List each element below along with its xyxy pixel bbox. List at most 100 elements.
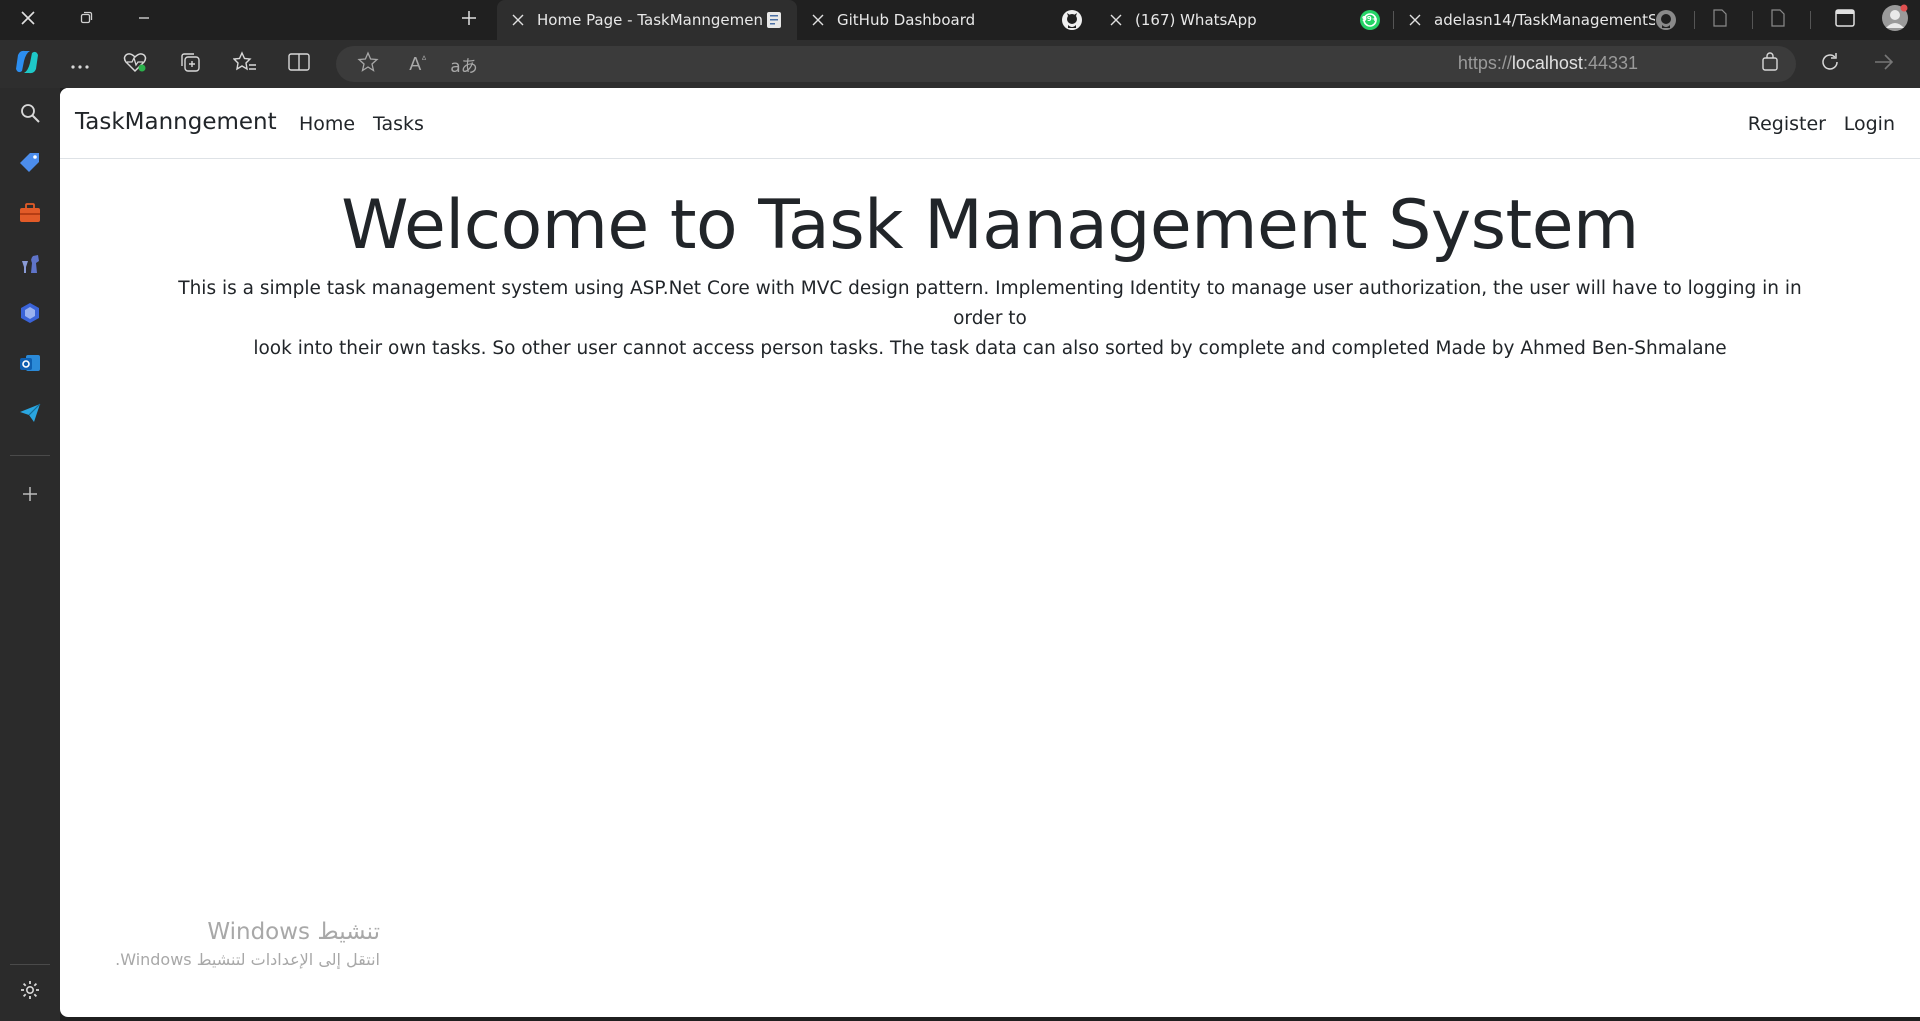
- tab-collapsed-2[interactable]: [1755, 0, 1801, 40]
- translate-icon: aあ: [450, 56, 478, 77]
- tab-collapsed-1[interactable]: [1697, 0, 1743, 40]
- url-scheme: https://: [1457, 53, 1512, 73]
- sidebar-add-button[interactable]: [10, 476, 50, 516]
- sidebar-settings-button[interactable]: [10, 972, 50, 1012]
- new-tab-button[interactable]: [441, 0, 497, 40]
- copilot-button[interactable]: [5, 40, 49, 88]
- heart-pulse-icon: [123, 51, 147, 77]
- browser-toolbar: Aᐞ aあ https://localhost:44331: [0, 40, 1920, 88]
- refresh-icon: [1819, 51, 1841, 77]
- nav-tasks-link[interactable]: Tasks: [373, 113, 424, 135]
- add-icon: [21, 485, 39, 507]
- read-aloud-button[interactable]: Aᐞ: [396, 40, 440, 88]
- shopping-tag-icon: [18, 151, 42, 179]
- tab-title: Home Page - TaskManngement: [537, 11, 763, 29]
- page-title: Welcome to Task Management System: [341, 186, 1639, 265]
- url-text[interactable]: https://localhost:44331: [1458, 53, 1638, 74]
- intro-line-2: look into their own tasks. So other user…: [253, 338, 1727, 359]
- tab-divider: [1694, 11, 1695, 29]
- windows-activation-subtitle: انتقل إلى الإعدادات لتنشيط Windows.: [115, 950, 380, 969]
- sidebar-divider: [10, 964, 50, 965]
- page-icon: [1713, 9, 1727, 31]
- toolbox-icon: [18, 202, 42, 228]
- browser-essentials-button[interactable]: [113, 40, 157, 88]
- split-screen-icon: [288, 53, 310, 75]
- send-icon: [18, 402, 42, 428]
- intro-paragraph: This is a simple task management system …: [170, 274, 1810, 364]
- sidebar-office-button[interactable]: [10, 295, 50, 335]
- tab-title: adelasn14/TaskManagementSyst: [1434, 11, 1655, 29]
- menu-button[interactable]: [58, 40, 102, 88]
- minimize-button[interactable]: [116, 0, 172, 40]
- tab-divider: [1810, 11, 1811, 29]
- close-tab-icon[interactable]: [809, 11, 827, 29]
- nav-register-link[interactable]: Register: [1748, 113, 1826, 135]
- tab-home-page[interactable]: Home Page - TaskManngement: [497, 0, 797, 40]
- app-install-icon: [1760, 52, 1780, 76]
- url-port: :44331: [1582, 53, 1638, 73]
- star-icon: [357, 51, 379, 77]
- favorites-button[interactable]: [223, 40, 267, 88]
- split-screen-button[interactable]: [1820, 0, 1870, 40]
- sidebar-games-button[interactable]: [10, 245, 50, 285]
- tab-github-repo[interactable]: adelasn14/TaskManagementSyst: [1394, 0, 1689, 40]
- arrow-right-icon: [1873, 51, 1895, 77]
- close-window-button[interactable]: [0, 0, 56, 40]
- add-favorite-button[interactable]: [346, 40, 390, 88]
- github-icon: [1061, 9, 1083, 31]
- sidebar-outlook-button[interactable]: [10, 345, 50, 385]
- sidebar-send-button[interactable]: [10, 395, 50, 435]
- settings-icon: [19, 979, 41, 1005]
- site-navbar: TaskManngement Home Tasks Register Login: [60, 88, 1920, 159]
- collections-button[interactable]: [168, 40, 212, 88]
- favorites-list-icon: [232, 51, 257, 77]
- tab-actions-icon: [78, 10, 94, 30]
- windows-activation-title: تنشيط Windows: [207, 919, 380, 945]
- tab-title: GitHub Dashboard: [837, 11, 976, 29]
- whatsapp-icon: 99+: [1359, 9, 1381, 31]
- nav-login-link[interactable]: Login: [1844, 113, 1895, 135]
- avatar-icon: [1881, 4, 1909, 36]
- sidebar-shopping-button[interactable]: [10, 145, 50, 185]
- tab-github-dashboard[interactable]: GitHub Dashboard: [797, 0, 1095, 40]
- sidebar-search-button[interactable]: [10, 95, 50, 135]
- search-icon: [19, 102, 41, 128]
- close-tab-icon[interactable]: [1107, 11, 1125, 29]
- profile-button[interactable]: [1870, 0, 1920, 40]
- intro-line-1: This is a simple task management system …: [178, 278, 1802, 329]
- page-icon: [1771, 9, 1785, 31]
- translate-button[interactable]: aあ: [442, 40, 486, 88]
- copilot-icon: [12, 47, 42, 81]
- page-favicon-icon: [763, 9, 785, 31]
- plus-icon: [460, 9, 478, 31]
- sidebar-tools-button[interactable]: [10, 195, 50, 235]
- notification-badge: 99+: [1362, 15, 1378, 23]
- forward-button[interactable]: [1862, 40, 1906, 88]
- more-icon: [70, 55, 90, 74]
- tab-strip: Home Page - TaskManngement GitHub Dashbo…: [0, 0, 1920, 40]
- sidebar-divider: [10, 455, 50, 456]
- games-icon: [18, 251, 42, 279]
- close-tab-icon[interactable]: [1406, 11, 1424, 29]
- split-screen-toolbar-button[interactable]: [277, 40, 321, 88]
- refresh-button[interactable]: [1808, 40, 1852, 88]
- tab-title: (167) WhatsApp: [1135, 11, 1257, 29]
- close-icon: [20, 10, 36, 30]
- url-host: localhost: [1511, 53, 1583, 73]
- read-aloud-icon: Aᐞ: [409, 53, 427, 74]
- edge-sidebar: [0, 88, 60, 1021]
- app-available-button[interactable]: [1748, 40, 1792, 88]
- tab-divider: [1752, 11, 1753, 29]
- site-brand-link[interactable]: TaskManngement: [75, 109, 277, 135]
- close-tab-icon[interactable]: [509, 11, 527, 29]
- outlook-icon: [18, 351, 42, 379]
- collections-icon: [179, 51, 201, 77]
- nav-home-link[interactable]: Home: [299, 113, 355, 135]
- tab-whatsapp[interactable]: (167) WhatsApp 99+: [1095, 0, 1393, 40]
- tab-actions-button[interactable]: [58, 0, 114, 40]
- window-layout-icon: [1835, 9, 1855, 31]
- web-page: TaskManngement Home Tasks Register Login…: [60, 88, 1920, 1017]
- address-bar[interactable]: Aᐞ aあ https://localhost:44331: [336, 46, 1796, 82]
- office-icon: [18, 301, 42, 329]
- github-icon: [1655, 9, 1677, 31]
